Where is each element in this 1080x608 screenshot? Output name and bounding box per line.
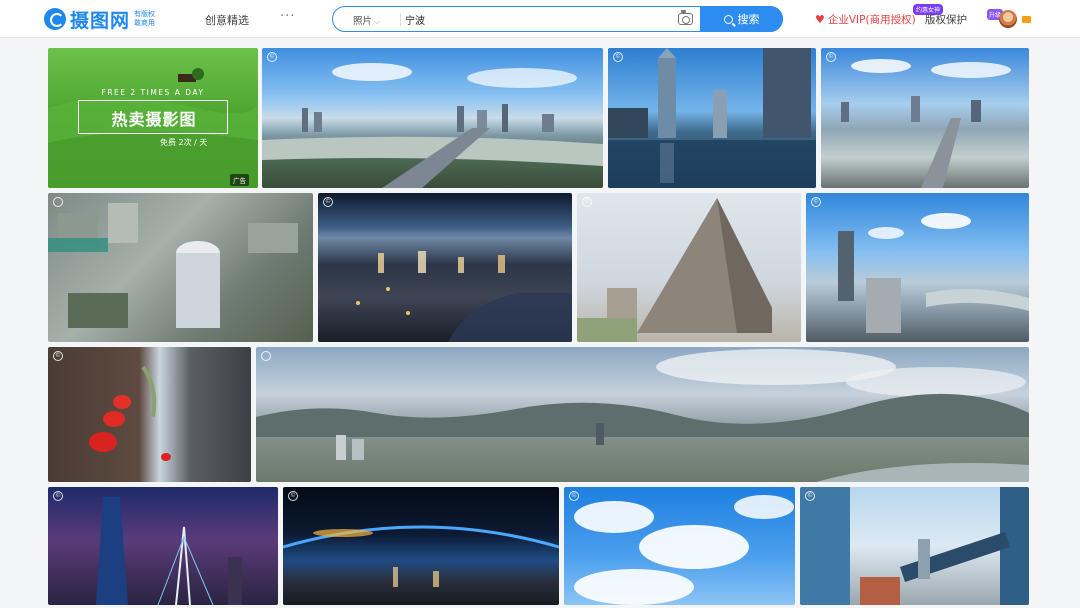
photo-riverside-skyline[interactable]: © [821, 48, 1029, 188]
top-header: 摄图网 有版权 敢商用 创意精选 ··· 照片⌵ 搜索 ♥ 企业VIP(商用授权… [0, 0, 1080, 38]
photo-glass-building-bridge[interactable]: © [800, 487, 1029, 605]
logo-text: 摄图网 [70, 9, 131, 32]
copyright-protection-link[interactable]: 版权保护 [925, 12, 967, 27]
night-city-graphic [356, 251, 572, 342]
logo-icon [44, 8, 66, 30]
copyright-icon: © [53, 351, 63, 361]
aerial-graphic [48, 203, 298, 328]
lantern-graphic [89, 365, 171, 461]
copyright-icon [261, 351, 271, 361]
copyright-icon: © [288, 491, 298, 501]
ad-subtitle: 免费 2次 / 天 [160, 138, 208, 147]
ad-tagline: FREE 2 TIMES A DAY [101, 88, 205, 97]
photo-red-lanterns[interactable]: © [48, 347, 251, 482]
photo-skyscraper-reflection[interactable]: © [608, 48, 816, 188]
user-avatar[interactable] [999, 10, 1017, 28]
copyright-icon: © [53, 491, 63, 501]
copyright-icon [53, 197, 63, 207]
search-bar: 照片⌵ 搜索 [332, 6, 783, 32]
nav-more-menu[interactable]: ··· [280, 9, 295, 24]
copyright-icon: © [811, 197, 821, 207]
night-towers-graphic [96, 497, 242, 605]
ad-title-box: 热卖摄影图 [78, 100, 228, 134]
ad-badge: 广告 [230, 174, 249, 186]
photo-blue-sky-clouds[interactable]: © [564, 487, 795, 605]
clouds-graphic [574, 495, 794, 605]
enterprise-vip-link[interactable]: ♥ 企业VIP(商用授权) [815, 12, 916, 27]
skyline-graphic [841, 59, 1011, 188]
skyscraper-graphic [608, 48, 816, 188]
museum-graphic [577, 198, 772, 342]
panorama-graphic [256, 349, 1029, 482]
copyright-icon: © [582, 197, 592, 207]
photo-riverside-highrise[interactable]: © [806, 193, 1029, 342]
earth-graphic [283, 525, 559, 587]
site-logo[interactable]: 摄图网 有版权 敢商用 [44, 6, 160, 32]
search-icon [723, 14, 733, 24]
camera-search-icon[interactable] [678, 10, 693, 25]
copyright-icon: © [826, 52, 836, 62]
search-button[interactable]: 搜索 [700, 6, 783, 32]
glass-building-graphic [800, 487, 1029, 605]
heart-icon: ♥ [815, 13, 825, 26]
copyright-icon: © [805, 491, 815, 501]
ad-title: 热卖摄影图 [111, 110, 197, 129]
copyright-icon: © [323, 197, 333, 207]
logo-slogan: 有版权 敢商用 [134, 10, 156, 27]
ad-banner[interactable]: FREE 2 TIMES A DAY 热卖摄影图 免费 2次 / 天 广告 [48, 48, 258, 188]
cityscape-graphic [262, 63, 603, 188]
photo-night-towers[interactable]: © [48, 487, 278, 605]
nav-creative-picks[interactable]: 创意精选 [205, 12, 249, 28]
highrise-graphic [838, 213, 1029, 333]
search-divider [400, 13, 401, 26]
search-category-select[interactable]: 照片 ⌵ [353, 13, 380, 27]
chevron-down-icon: ⌵ [374, 17, 381, 26]
enterprise-vip-label: 企业VIP(商用授权) [827, 14, 916, 26]
search-button-label: 搜索 [737, 13, 760, 26]
photo-aerial-tower[interactable] [48, 193, 313, 342]
copyright-icon: © [267, 52, 277, 62]
mail-icon[interactable] [1022, 16, 1031, 23]
photo-city-river-panorama[interactable]: © [262, 48, 603, 188]
photo-earth-horizon[interactable]: © [283, 487, 559, 605]
photo-mountain-city-panorama[interactable] [256, 347, 1029, 482]
photo-night-city-aerial[interactable]: © [318, 193, 572, 342]
photo-museum-building[interactable]: © [577, 193, 801, 342]
copyright-icon: © [569, 491, 579, 501]
copyright-icon: © [613, 52, 623, 62]
search-input[interactable] [405, 10, 675, 28]
